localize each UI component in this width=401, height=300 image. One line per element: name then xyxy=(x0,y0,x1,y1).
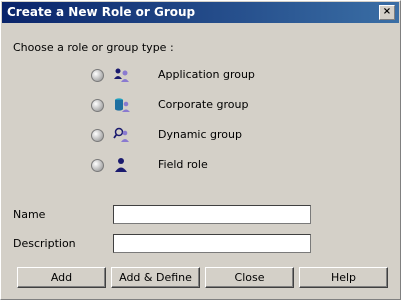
help-button[interactable]: Help xyxy=(299,267,388,288)
option-dynamic-group[interactable]: Dynamic group xyxy=(91,127,291,145)
description-field[interactable] xyxy=(113,234,311,253)
radio-corporate-group[interactable] xyxy=(91,99,104,112)
add-button[interactable]: Add xyxy=(17,267,106,288)
name-label: Name xyxy=(13,208,46,221)
radio-dynamic-group[interactable] xyxy=(91,129,104,142)
close-icon: × xyxy=(382,6,392,17)
dialog-title: Create a New Role or Group xyxy=(7,5,196,19)
option-label: Corporate group xyxy=(158,98,249,111)
application-group-icon xyxy=(114,68,129,82)
name-field[interactable] xyxy=(113,205,311,224)
radio-application-group[interactable] xyxy=(91,69,104,82)
option-label: Dynamic group xyxy=(158,128,242,141)
option-label: Field role xyxy=(158,158,208,171)
option-label: Application group xyxy=(158,68,255,81)
type-prompt: Choose a role or group type : xyxy=(13,41,174,54)
title-bar[interactable]: Create a New Role or Group × xyxy=(2,2,399,23)
option-corporate-group[interactable]: Corporate group xyxy=(91,97,291,115)
description-label: Description xyxy=(13,237,76,250)
add-define-button[interactable]: Add & Define xyxy=(111,267,200,288)
corporate-group-icon xyxy=(115,98,130,112)
dynamic-group-icon xyxy=(113,127,129,142)
close-window-button[interactable]: × xyxy=(379,5,395,20)
close-button[interactable]: Close xyxy=(205,267,294,288)
option-application-group[interactable]: Application group xyxy=(91,67,291,85)
field-role-icon xyxy=(115,158,127,172)
option-field-role[interactable]: Field role xyxy=(91,157,291,175)
radio-field-role[interactable] xyxy=(91,159,104,172)
create-role-group-dialog: Create a New Role or Group × Choose a ro… xyxy=(0,0,401,300)
